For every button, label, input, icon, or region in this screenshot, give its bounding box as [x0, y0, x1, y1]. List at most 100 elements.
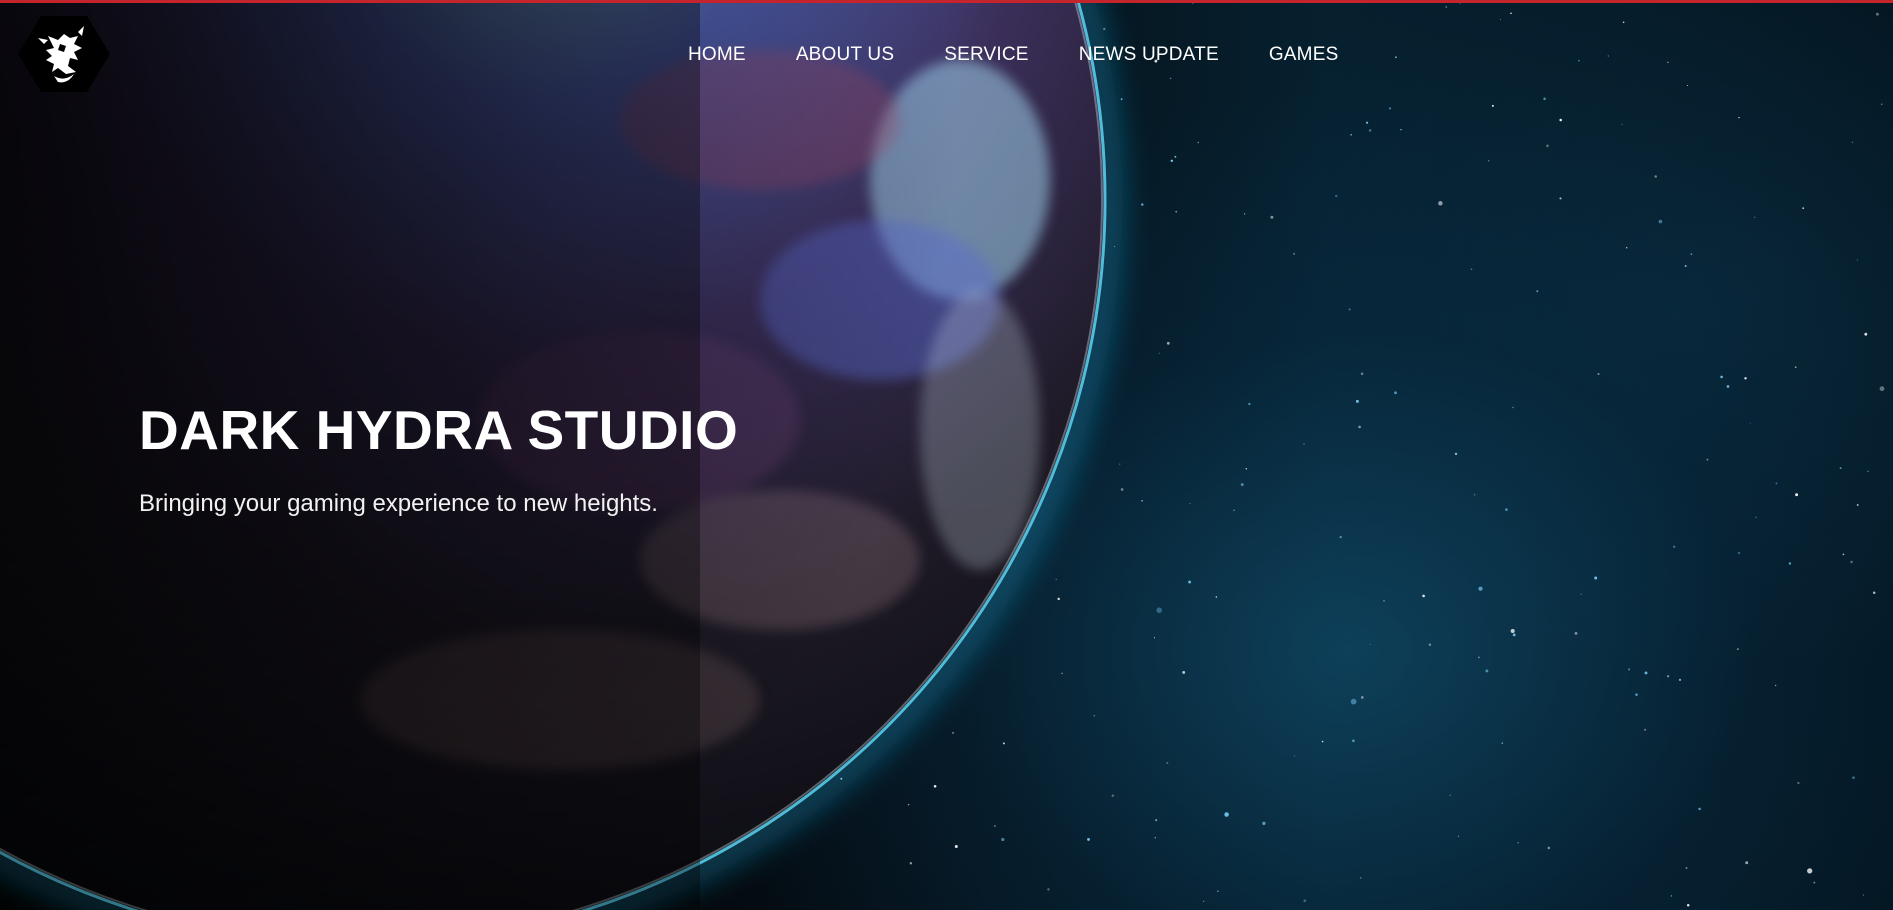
- star: [1755, 516, 1757, 518]
- star: [1103, 27, 1106, 31]
- star: [1270, 215, 1274, 219]
- star: [1670, 895, 1673, 897]
- star: [909, 862, 913, 865]
- star: [1394, 391, 1397, 395]
- star: [1438, 201, 1443, 206]
- star: [1667, 675, 1670, 678]
- nav-home-link[interactable]: HOME: [688, 44, 746, 66]
- star: [1001, 837, 1005, 842]
- star: [1644, 671, 1648, 675]
- star: [1856, 259, 1858, 261]
- star: [1348, 308, 1351, 311]
- star: [1355, 399, 1359, 403]
- star: [1512, 406, 1514, 409]
- star: [1114, 246, 1116, 247]
- star: [1547, 846, 1551, 850]
- star: [1546, 144, 1549, 148]
- star: [1621, 123, 1623, 125]
- star: [1667, 61, 1669, 64]
- hero-section: HOME ABOUT US SERVICE NEWS UPDATE GAMES …: [0, 0, 1893, 910]
- star: [1802, 207, 1805, 210]
- star: [1597, 372, 1600, 376]
- star: [1690, 253, 1693, 255]
- star: [1491, 104, 1494, 107]
- star: [1775, 482, 1778, 485]
- star: [1635, 693, 1638, 696]
- star: [1795, 493, 1799, 497]
- star: [1726, 385, 1730, 388]
- star: [954, 845, 958, 848]
- site-logo[interactable]: [18, 14, 110, 94]
- star: [1738, 116, 1740, 119]
- star: [1262, 821, 1266, 826]
- star: [1473, 493, 1476, 496]
- star: [1706, 458, 1709, 461]
- star: [1654, 175, 1657, 178]
- star: [1644, 728, 1647, 731]
- star: [1559, 197, 1562, 200]
- star: [1175, 210, 1178, 213]
- star: [1166, 762, 1169, 764]
- star: [1517, 842, 1519, 844]
- star: [1543, 97, 1546, 101]
- star: [1293, 253, 1295, 255]
- star: [994, 825, 996, 827]
- star: [1352, 739, 1355, 743]
- star: [1505, 508, 1508, 511]
- star: [1512, 633, 1516, 637]
- star: [1880, 103, 1883, 106]
- star: [1578, 59, 1580, 62]
- star: [1359, 877, 1362, 879]
- star: [1754, 216, 1756, 218]
- star: [1120, 488, 1124, 491]
- dragon-hexagon-logo-icon: [18, 16, 110, 92]
- star: [1686, 84, 1688, 87]
- star: [1745, 861, 1749, 865]
- star: [1622, 21, 1625, 24]
- star: [1240, 483, 1244, 487]
- star: [1215, 596, 1217, 598]
- star: [1360, 372, 1364, 376]
- star: [1111, 794, 1115, 797]
- star: [1153, 637, 1156, 639]
- star: [1087, 837, 1090, 841]
- star: [1627, 668, 1631, 671]
- star: [1574, 632, 1578, 635]
- star: [1245, 468, 1247, 470]
- star: [1360, 696, 1364, 699]
- main-navigation: HOME ABOUT US SERVICE NEWS UPDATE GAMES: [688, 44, 1338, 66]
- nav-games-link[interactable]: GAMES: [1269, 44, 1339, 66]
- hero-subtitle: Bringing your gaming experience to new h…: [139, 490, 658, 517]
- star: [1047, 888, 1050, 891]
- star: [1303, 443, 1305, 445]
- star: [1422, 594, 1425, 598]
- star: [1794, 366, 1797, 369]
- star: [1303, 899, 1307, 903]
- star: [1842, 553, 1845, 556]
- star: [1174, 155, 1177, 158]
- star: [1400, 128, 1402, 131]
- star: [1383, 599, 1385, 602]
- star: [1685, 867, 1688, 869]
- nav-about-us-link[interactable]: ABOUT US: [796, 44, 894, 66]
- star: [1395, 56, 1397, 59]
- star: [1339, 535, 1342, 539]
- star: [1478, 656, 1480, 659]
- star: [1720, 375, 1723, 379]
- star: [1501, 742, 1504, 744]
- star: [1224, 812, 1229, 817]
- star: [1061, 672, 1063, 675]
- star: [1487, 160, 1490, 162]
- nav-news-update-link[interactable]: NEWS UPDATE: [1079, 44, 1219, 66]
- star: [1673, 545, 1676, 548]
- star: [1169, 77, 1172, 80]
- star: [1864, 332, 1868, 336]
- star: [1684, 264, 1687, 268]
- star: [1350, 134, 1352, 136]
- star: [1119, 463, 1121, 465]
- nav-service-link[interactable]: SERVICE: [944, 44, 1028, 66]
- star: [1559, 118, 1562, 122]
- star: [1852, 776, 1855, 780]
- star: [1788, 562, 1792, 565]
- star: [1366, 121, 1369, 124]
